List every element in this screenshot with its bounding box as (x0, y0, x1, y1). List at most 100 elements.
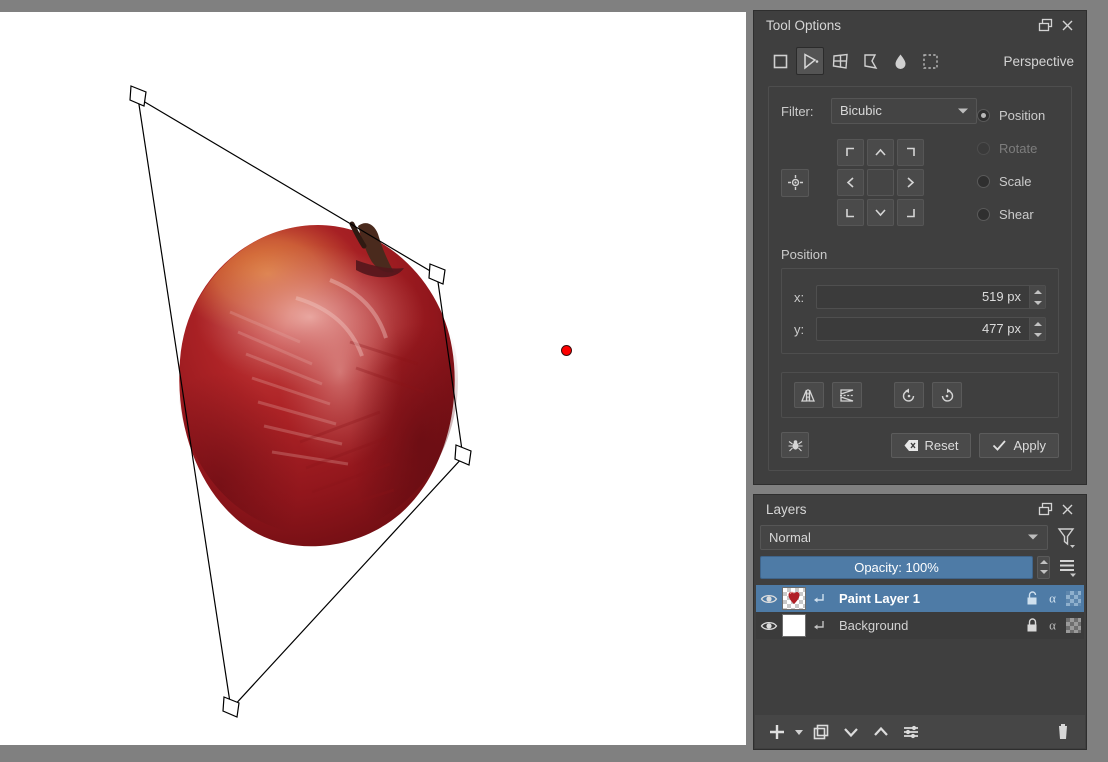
position-group-label: Position (781, 247, 1059, 262)
position-x-row[interactable]: x: 519 px (794, 285, 1046, 309)
filter-select[interactable]: Bicubic (831, 98, 977, 124)
clear-icon (904, 439, 919, 452)
move-layer-down-button[interactable] (837, 718, 865, 746)
alpha-icon[interactable]: α (1042, 586, 1063, 611)
duplicate-layer-button[interactable] (807, 718, 835, 746)
layer-list[interactable]: Paint Layer 1 α (756, 585, 1084, 639)
unlocked-icon[interactable] (1021, 586, 1042, 611)
position-y-decrement[interactable] (1030, 329, 1045, 340)
radio-rotate: Rotate (977, 132, 1059, 165)
opacity-row: Opacity: 100% (754, 550, 1086, 580)
position-x-stepper[interactable] (1029, 286, 1045, 308)
rotate-counterclockwise-button[interactable] (894, 382, 924, 408)
float-icon[interactable] (1034, 15, 1056, 37)
close-icon[interactable] (1056, 15, 1078, 37)
blend-mode-row: Normal (754, 524, 1086, 550)
radio-position-label: Position (999, 108, 1045, 123)
opacity-slider[interactable]: Opacity: 100% (760, 556, 1033, 579)
locked-icon[interactable] (1021, 613, 1042, 638)
transform-settings-group: Filter: Bicubic (768, 86, 1072, 471)
anchor-top-left-button[interactable] (837, 139, 864, 166)
position-y-row[interactable]: y: 477 px (794, 317, 1046, 341)
add-layer-button[interactable] (763, 718, 791, 746)
anchor-dpad[interactable] (837, 139, 924, 226)
radio-position[interactable]: Position (977, 99, 1059, 132)
layer-thumbnail[interactable] (782, 587, 806, 610)
anchor-bottom-right-button[interactable] (897, 199, 924, 226)
position-x-decrement[interactable] (1030, 297, 1045, 308)
transform-mode-toolbar[interactable]: Perspective (754, 40, 1086, 80)
position-section: Position x: 519 px (781, 247, 1059, 354)
visibility-toggle-icon[interactable] (756, 618, 782, 634)
layers-title: Layers (766, 502, 1034, 517)
alpha-icon[interactable]: α (1042, 613, 1063, 638)
add-layer-dropdown[interactable] (793, 718, 805, 746)
move-layer-up-button[interactable] (867, 718, 895, 746)
layer-name[interactable]: Paint Layer 1 (829, 591, 1021, 606)
layer-name[interactable]: Background (829, 618, 1021, 633)
layers-toolbar[interactable] (755, 715, 1085, 748)
warp-icon[interactable] (826, 47, 854, 75)
transform-mode-radios[interactable]: Position Rotate Scale Shear (977, 97, 1059, 231)
active-transform-mode-label: Perspective (1003, 54, 1074, 69)
position-x-input[interactable]: 519 px (816, 285, 1046, 309)
rotate-clockwise-button[interactable] (932, 382, 962, 408)
layers-panel: Layers Normal Opacity: 100% (753, 494, 1087, 750)
anchor-center-button[interactable] (781, 169, 809, 197)
layer-thumbnail[interactable] (782, 614, 806, 637)
droplet-icon[interactable] (886, 47, 914, 75)
visibility-toggle-icon[interactable] (756, 591, 782, 607)
flip-vertical-button[interactable] (832, 382, 862, 408)
position-x-value: 519 px (817, 286, 1029, 308)
inherit-alpha-icon[interactable] (809, 619, 829, 633)
position-x-increment[interactable] (1030, 286, 1045, 297)
layer-properties[interactable]: α (1021, 586, 1084, 611)
funnel-filter-icon[interactable] (1052, 524, 1080, 550)
inherit-alpha-icon[interactable] (809, 592, 829, 606)
square-icon[interactable] (766, 47, 794, 75)
opacity-increment[interactable] (1038, 557, 1049, 568)
close-icon[interactable] (1056, 499, 1078, 521)
flip-horizontal-button[interactable] (794, 382, 824, 408)
opacity-stepper[interactable] (1037, 556, 1050, 579)
anchor-bottom-left-button[interactable] (837, 199, 864, 226)
opacity-decrement[interactable] (1038, 567, 1049, 578)
radio-scale-label: Scale (999, 174, 1032, 189)
alpha-lock-icon[interactable] (1063, 586, 1084, 611)
anchor-top-right-button[interactable] (897, 139, 924, 166)
layer-properties-button[interactable] (897, 718, 925, 746)
anchor-top-button[interactable] (867, 139, 894, 166)
layer-properties[interactable]: α (1021, 613, 1084, 638)
apply-button-label: Apply (1013, 438, 1046, 453)
apple-artwork (0, 12, 746, 745)
position-y-increment[interactable] (1030, 318, 1045, 329)
position-y-input[interactable]: 477 px (816, 317, 1046, 341)
image-canvas[interactable] (0, 12, 746, 745)
position-x-label: x: (794, 290, 816, 305)
cage-icon[interactable] (856, 47, 884, 75)
perspective-icon[interactable] (796, 47, 824, 75)
layer-row-background[interactable]: Background α (756, 612, 1084, 639)
radio-rotate-label: Rotate (999, 141, 1037, 156)
radio-scale[interactable]: Scale (977, 165, 1059, 198)
layer-row-paint-layer-1[interactable]: Paint Layer 1 α (756, 585, 1084, 612)
anchor-left-button[interactable] (837, 169, 864, 196)
apply-button[interactable]: Apply (979, 433, 1059, 458)
hamburger-menu-icon[interactable] (1054, 554, 1080, 580)
tool-options-titlebar: Tool Options (754, 11, 1086, 40)
float-icon[interactable] (1034, 499, 1056, 521)
anchor-right-button[interactable] (897, 169, 924, 196)
alpha-lock-icon[interactable] (1063, 613, 1084, 638)
rotation-pivot-marker[interactable] (561, 345, 572, 356)
report-bug-button[interactable] (781, 432, 809, 458)
blend-mode-select[interactable]: Normal (760, 525, 1048, 550)
layers-titlebar: Layers (754, 495, 1086, 524)
mesh-select-icon[interactable] (916, 47, 944, 75)
reset-button[interactable]: Reset (891, 433, 972, 458)
position-y-stepper[interactable] (1029, 318, 1045, 340)
radio-shear[interactable]: Shear (977, 198, 1059, 231)
anchor-bottom-button[interactable] (867, 199, 894, 226)
reset-button-label: Reset (925, 438, 959, 453)
anchor-center-cell[interactable] (867, 169, 894, 196)
delete-layer-button[interactable] (1049, 718, 1077, 746)
